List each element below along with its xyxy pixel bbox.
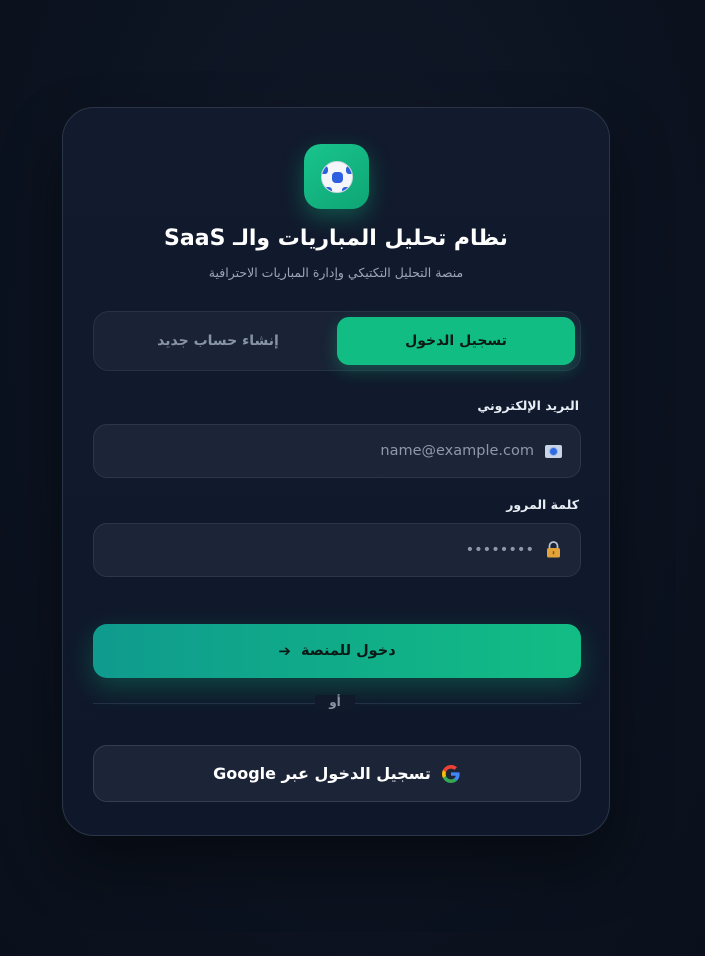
login-card: نظام تحليل المباريات والـ SaaS منصة التح…: [62, 107, 610, 836]
divider-text: أو: [315, 695, 355, 709]
google-login-label: تسجيل الدخول عبر Google: [213, 764, 431, 783]
tab-register[interactable]: إنشاء حساب جديد: [99, 317, 337, 365]
page-title: نظام تحليل المباريات والـ SaaS: [164, 226, 508, 251]
email-field[interactable]: [114, 425, 534, 477]
mail-icon: [545, 445, 562, 458]
google-icon: [441, 764, 460, 783]
password-field[interactable]: [114, 524, 534, 576]
arrow-icon: ➔: [278, 642, 291, 660]
auth-tabs: تسجيل الدخول إنشاء حساب جديد: [93, 311, 581, 371]
password-label: كلمة المرور: [506, 497, 579, 512]
lock-icon: [547, 541, 560, 558]
password-field-container: [93, 523, 581, 577]
page-subtitle: منصة التحليل التكتيكي وإدارة المباريات ا…: [208, 265, 464, 280]
tab-login[interactable]: تسجيل الدخول: [337, 317, 575, 365]
app-logo: [304, 144, 369, 209]
submit-label: دخول للمنصة: [300, 643, 396, 659]
email-label: البريد الإلكتروني: [477, 398, 579, 413]
google-login-button[interactable]: تسجيل الدخول عبر Google: [93, 745, 581, 802]
email-field-container: [93, 424, 581, 478]
soccer-ball-icon: [320, 160, 353, 193]
submit-login-button[interactable]: دخول للمنصة ➔: [93, 624, 581, 678]
